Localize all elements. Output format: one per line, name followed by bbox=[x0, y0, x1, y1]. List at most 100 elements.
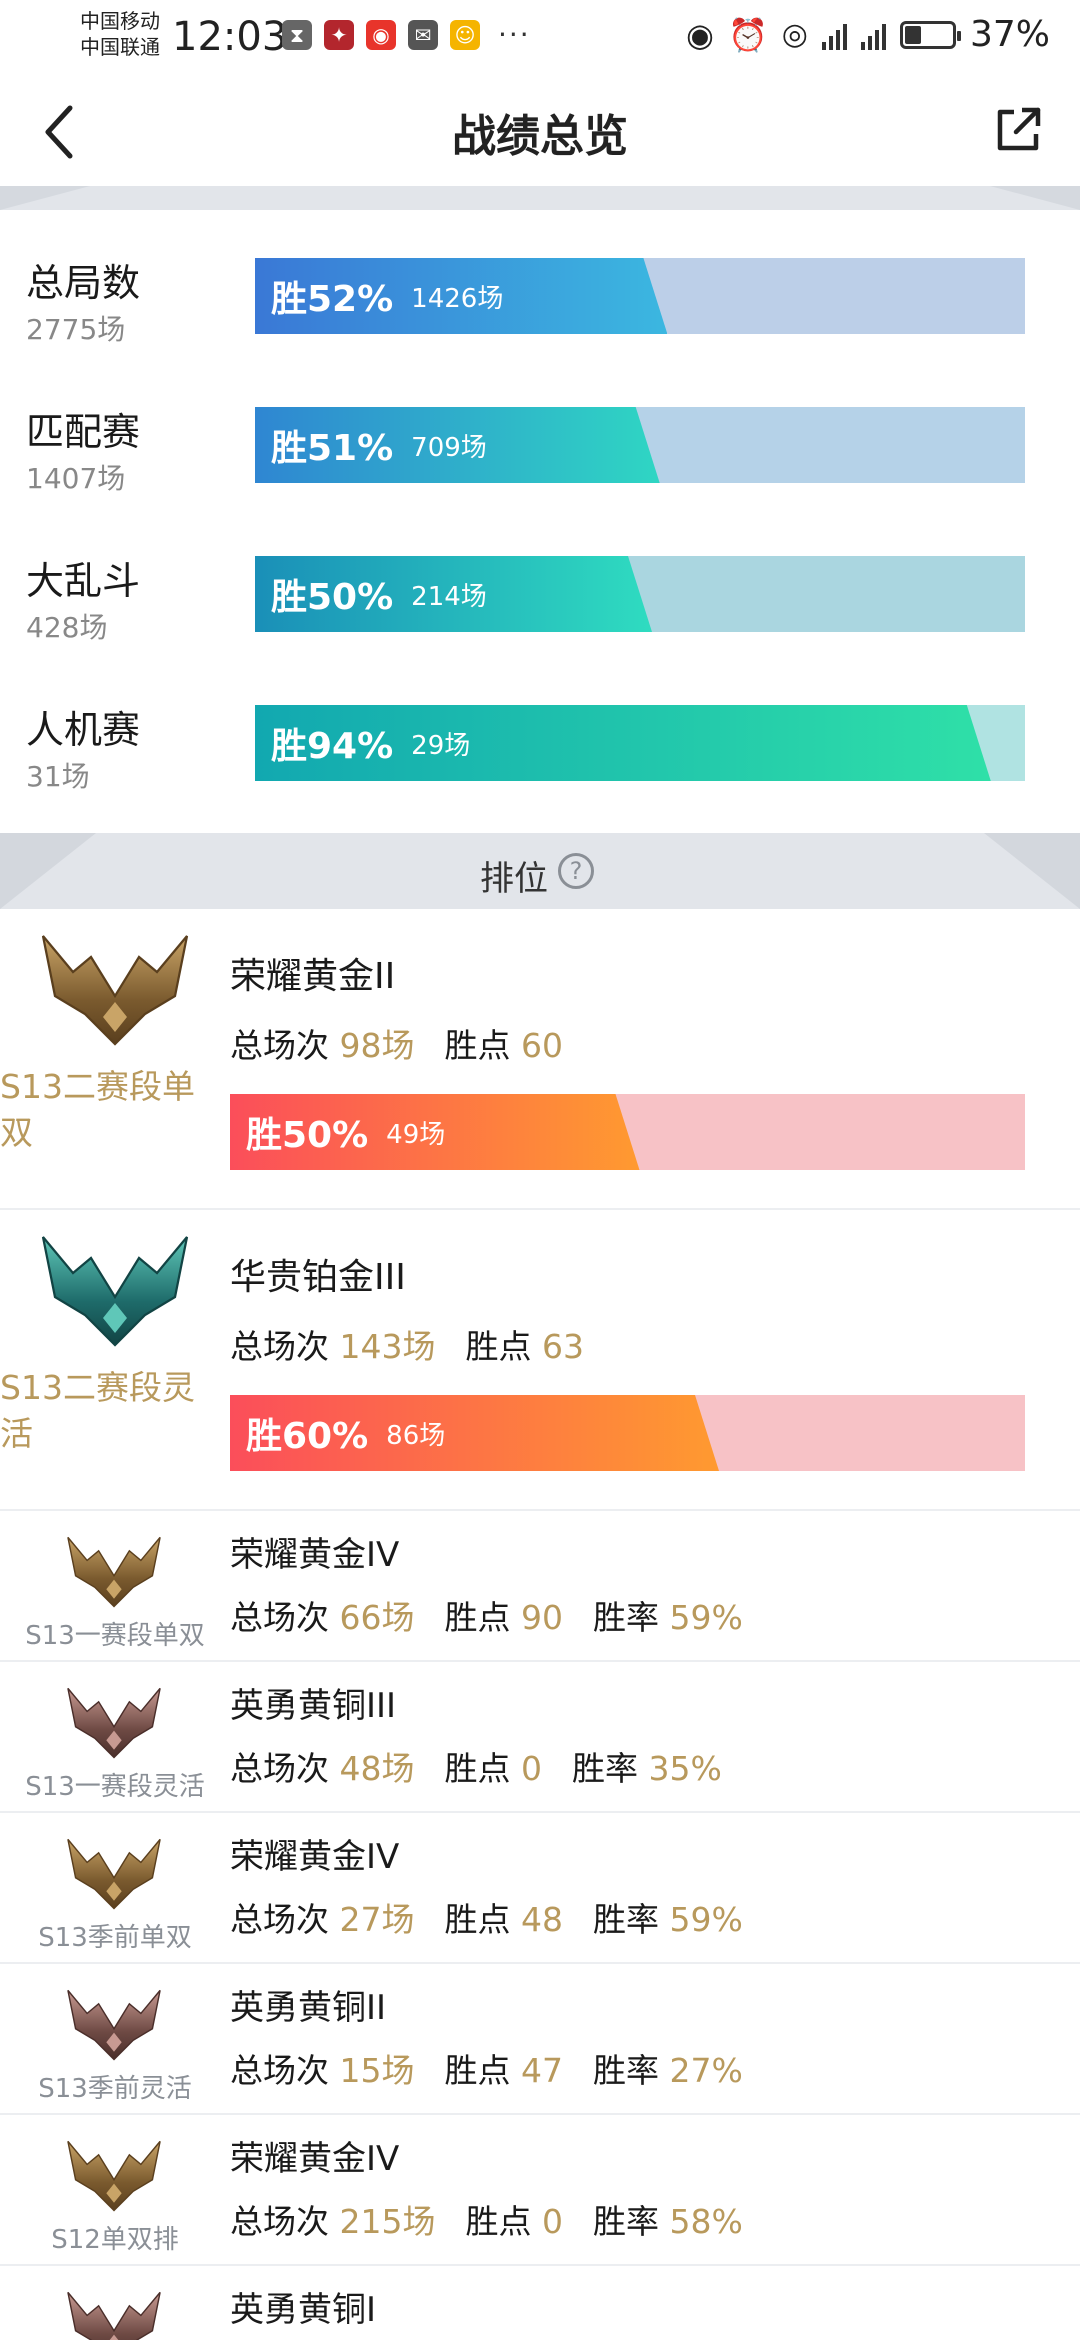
season-label: S13季前灵活 bbox=[38, 2074, 192, 2104]
season-label: S13一赛段灵活 bbox=[25, 1772, 205, 1802]
points-value: 0 bbox=[542, 2202, 563, 2241]
points-value: 0 bbox=[521, 1749, 542, 1788]
total-games-value: 143场 bbox=[339, 1327, 436, 1366]
win-count: 1426场 bbox=[411, 283, 504, 314]
total-games-label: 总场次 bbox=[230, 1598, 329, 1637]
carrier-2: 中国联通 bbox=[80, 35, 160, 59]
total-games-value: 48场 bbox=[339, 1749, 415, 1788]
rank-emblem bbox=[40, 1228, 190, 1352]
season-label: S12单双排 bbox=[51, 2225, 179, 2255]
rank-card[interactable]: S13二赛段单双 荣耀黄金II 总场次 98场 胜点 60 胜50% 49场 bbox=[0, 909, 1080, 1210]
rank-card[interactable]: S13一赛段灵活 英勇黄铜III 总场次 48场 胜点 0 胜率 35% bbox=[0, 1662, 1080, 1813]
gold-rank-emblem-icon bbox=[67, 1838, 161, 1910]
weibo-icon: ◉ bbox=[366, 19, 396, 50]
rank-win-rate-label: 胜50% 49场 bbox=[246, 1094, 445, 1170]
system-status: ◉ ⏰ ◎ 37% bbox=[686, 14, 1050, 55]
rank-tier-name: 华贵铂金III bbox=[230, 1257, 406, 1298]
app-header: 战绩总览 bbox=[0, 72, 1080, 186]
rank-stats: 总场次 15场 胜点 47 胜率 27% bbox=[230, 2044, 743, 2092]
bronze-rank-emblem-icon bbox=[67, 2291, 161, 2340]
win-rate-value: 58% bbox=[669, 2202, 743, 2241]
rank-tier-name: 英勇黄铜II bbox=[230, 1988, 387, 2028]
help-icon[interactable]: ? bbox=[558, 853, 594, 889]
eye-icon: ◉ bbox=[686, 15, 714, 54]
rank-emblem bbox=[40, 927, 190, 1051]
bronze-rank-emblem-icon bbox=[67, 1687, 161, 1759]
win-rate-label: 胜51% 709场 bbox=[271, 407, 487, 483]
total-games-label: 总场次 bbox=[230, 2202, 329, 2241]
summary-row[interactable]: 匹配赛 1407场 胜51% 709场 bbox=[0, 407, 1080, 557]
total-games-value: 15场 bbox=[339, 2051, 415, 2090]
section-divider-top bbox=[0, 186, 1080, 210]
summary-mode-name: 匹配赛 bbox=[26, 410, 141, 454]
rank-section-header: 排位 ? bbox=[0, 833, 1080, 909]
rank-stats: 总场次 98场 胜点 60 bbox=[230, 1019, 563, 1067]
season-label: S13二赛段灵活 bbox=[0, 1368, 195, 1453]
share-icon[interactable] bbox=[994, 104, 1044, 154]
points-value: 60 bbox=[521, 1026, 563, 1065]
rank-emblem bbox=[66, 1833, 162, 1915]
rank-card[interactable]: S13季前灵活 英勇黄铜II 总场次 15场 胜点 47 胜率 27% bbox=[0, 1964, 1080, 2115]
rank-card[interactable]: S13一赛段单双 荣耀黄金IV 总场次 66场 胜点 90 胜率 59% bbox=[0, 1511, 1080, 1662]
summary-game-count: 2775场 bbox=[26, 313, 126, 346]
win-count: 214场 bbox=[411, 581, 487, 612]
hourglass-icon: ⧗ bbox=[282, 19, 312, 50]
summary-mode-name: 人机赛 bbox=[26, 708, 141, 752]
season-label: S13一赛段单双 bbox=[25, 1621, 205, 1651]
rank-win-rate-percent: 胜50% bbox=[246, 1115, 369, 1156]
season-label: S13季前单双 bbox=[38, 1923, 192, 1953]
gold-rank-emblem-icon bbox=[41, 935, 189, 1046]
rank-tier-name: 荣耀黄金IV bbox=[230, 1837, 400, 1877]
gold-rank-emblem-icon bbox=[67, 1536, 161, 1608]
win-rate-percent: 胜52% bbox=[271, 279, 394, 320]
rank-win-rate-bar: 胜60% 86场 bbox=[230, 1395, 1025, 1471]
points-value: 48 bbox=[521, 1900, 563, 1939]
carrier-labels: 中国移动 中国联通 bbox=[80, 8, 160, 60]
bronze-rank-emblem-icon bbox=[67, 1989, 161, 2061]
win-rate-label: 胜率 bbox=[593, 1900, 659, 1939]
win-count: 29场 bbox=[411, 730, 471, 761]
signal-1-icon bbox=[821, 20, 847, 50]
rank-card[interactable]: S13二赛段灵活 华贵铂金III 总场次 143场 胜点 63 胜60% 86场 bbox=[0, 1210, 1080, 1511]
rank-stats: 总场次 48场 胜点 0 胜率 35% bbox=[230, 1742, 722, 1790]
win-rate-label: 胜50% 214场 bbox=[271, 556, 487, 632]
platinum-rank-emblem-icon bbox=[41, 1236, 189, 1347]
rank-stats: 总场次 143场 胜点 63 bbox=[230, 1320, 584, 1368]
win-rate-value: 59% bbox=[669, 1900, 743, 1939]
summary-game-count: 31场 bbox=[26, 760, 90, 793]
summary-game-count: 1407场 bbox=[26, 462, 126, 495]
win-rate-label: 胜率 bbox=[593, 2202, 659, 2241]
summary-row[interactable]: 大乱斗 428场 胜50% 214场 bbox=[0, 556, 1080, 706]
win-rate-label: 胜率 bbox=[572, 1749, 638, 1788]
rank-emblem bbox=[66, 1531, 162, 1613]
points-label: 胜点 bbox=[444, 1900, 511, 1939]
points-label: 胜点 bbox=[444, 2051, 511, 2090]
rank-card[interactable]: S13季前单双 荣耀黄金IV 总场次 27场 胜点 48 胜率 59% bbox=[0, 1813, 1080, 1964]
rank-tier-name: 荣耀黄金IV bbox=[230, 2139, 400, 2179]
rank-tier-name: 英勇黄铜III bbox=[230, 1686, 397, 1726]
total-games-label: 总场次 bbox=[230, 1026, 329, 1065]
signal-2-icon bbox=[860, 20, 886, 50]
hotspot-icon: ◎ bbox=[781, 17, 808, 52]
win-rate-label: 胜52% 1426场 bbox=[271, 258, 503, 334]
summary-row[interactable]: 总局数 2775场 胜52% 1426场 bbox=[0, 258, 1080, 408]
rank-card[interactable]: S12单双排 荣耀黄金IV 总场次 215场 胜点 0 胜率 58% bbox=[0, 2115, 1080, 2266]
total-games-value: 215场 bbox=[339, 2202, 436, 2241]
battery-percent: 37% bbox=[969, 14, 1050, 55]
rank-win-rate-bar: 胜50% 49场 bbox=[230, 1094, 1025, 1170]
points-value: 90 bbox=[521, 1598, 563, 1637]
total-games-label: 总场次 bbox=[230, 1327, 329, 1366]
rank-emblem bbox=[66, 1682, 162, 1764]
win-rate-percent: 胜94% bbox=[271, 726, 394, 767]
points-value: 47 bbox=[521, 2051, 563, 2090]
total-games-label: 总场次 bbox=[230, 1749, 329, 1788]
rank-emblem bbox=[66, 2135, 162, 2217]
rank-card[interactable]: 英勇黄铜I bbox=[0, 2266, 1080, 2340]
total-games-value: 66场 bbox=[339, 1598, 415, 1637]
win-rate-bar: 胜50% 214场 bbox=[255, 556, 1025, 632]
total-games-label: 总场次 bbox=[230, 1900, 329, 1939]
carrier-1: 中国移动 bbox=[80, 9, 160, 33]
clock: 12:03 bbox=[172, 14, 288, 60]
points-label: 胜点 bbox=[465, 1327, 532, 1366]
rank-win-count: 86场 bbox=[386, 1420, 446, 1451]
